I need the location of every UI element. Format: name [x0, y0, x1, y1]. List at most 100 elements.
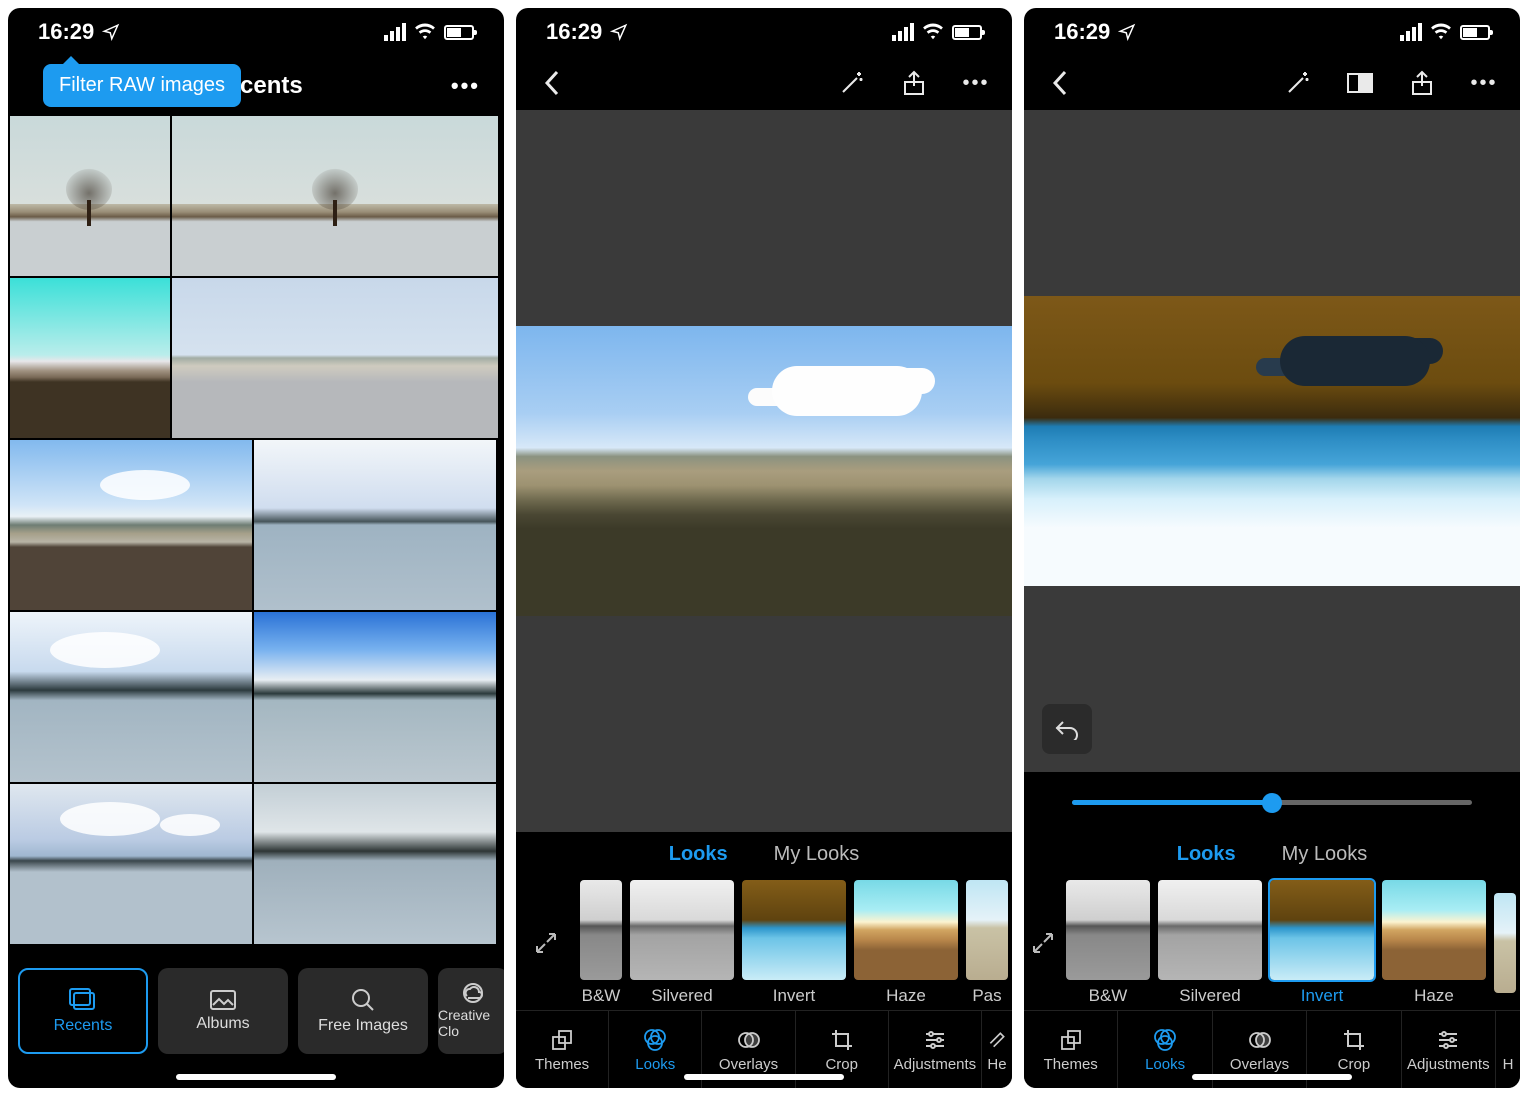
photo-thumb[interactable]: [10, 116, 170, 276]
look-silvered[interactable]: Silvered: [1158, 880, 1262, 1006]
signal-icon: [384, 23, 406, 41]
themes-icon: [1059, 1026, 1083, 1054]
editor-topbar: •••: [1024, 56, 1520, 110]
wifi-icon: [922, 23, 944, 41]
search-icon: [350, 987, 376, 1013]
look-bw[interactable]: B&W: [1066, 880, 1150, 1006]
battery-icon: [952, 25, 982, 40]
tool-adjustments[interactable]: Adjustments: [1402, 1011, 1496, 1088]
editor-canvas[interactable]: [516, 110, 1012, 832]
screen-editor-invert: 16:29 ••• Looks My Looks B&W Silvered I: [1024, 8, 1520, 1088]
heal-icon: [987, 1026, 1007, 1054]
battery-icon: [1460, 25, 1490, 40]
looks-tabs: Looks My Looks: [1024, 832, 1520, 876]
back-icon[interactable]: [534, 65, 570, 101]
photo-preview[interactable]: [1024, 296, 1520, 586]
photo-thumb[interactable]: [172, 278, 498, 438]
library-bottom-nav: Recents Albums Free Images Creative Clo: [8, 958, 504, 1088]
nav-free-images[interactable]: Free Images: [298, 968, 428, 1054]
share-icon[interactable]: [896, 65, 932, 101]
back-icon[interactable]: [1042, 65, 1078, 101]
wifi-icon: [414, 23, 436, 41]
sliders-icon: [1436, 1026, 1460, 1054]
expand-icon[interactable]: [1028, 917, 1058, 969]
overlays-icon: [737, 1026, 761, 1054]
tool-themes[interactable]: Themes: [1024, 1011, 1118, 1088]
look-bw[interactable]: B&W: [580, 880, 622, 1006]
photo-thumb[interactable]: [254, 440, 496, 610]
photo-thumb[interactable]: [254, 784, 496, 944]
tool-heal[interactable]: He: [982, 1011, 1012, 1088]
photo-thumb[interactable]: [254, 612, 496, 782]
look-pastel[interactable]: Pas: [966, 880, 1008, 1006]
editor-topbar: •••: [516, 56, 1012, 110]
more-icon[interactable]: •••: [451, 73, 480, 99]
nav-label: Recents: [54, 1017, 113, 1035]
nav-creative-cloud[interactable]: Creative Clo: [438, 968, 504, 1054]
tool-adjustments[interactable]: Adjustments: [889, 1011, 982, 1088]
compare-icon[interactable]: [1342, 65, 1378, 101]
nav-label: Free Images: [318, 1017, 408, 1035]
clock: 16:29: [38, 19, 94, 45]
nav-albums[interactable]: Albums: [158, 968, 288, 1054]
looks-strip[interactable]: B&W Silvered Invert Haze Pas: [516, 876, 1012, 1010]
photo-grid: [8, 116, 504, 958]
look-invert[interactable]: Invert: [1270, 880, 1374, 1006]
undo-button[interactable]: [1042, 704, 1092, 754]
more-icon[interactable]: •••: [1466, 65, 1502, 101]
signal-icon: [1400, 23, 1422, 41]
overlays-icon: [1248, 1026, 1272, 1054]
location-icon: [610, 23, 628, 41]
photos-icon: [68, 987, 98, 1013]
looks-tabs: Looks My Looks: [516, 832, 1012, 876]
expand-icon[interactable]: [520, 917, 572, 969]
photo-thumb[interactable]: [172, 116, 498, 276]
screen-library: 16:29 Recents ••• Filter RAW images: [8, 8, 504, 1088]
nav-label: Creative Clo: [438, 1007, 504, 1039]
look-silvered[interactable]: Silvered: [630, 880, 734, 1006]
location-icon: [1118, 23, 1136, 41]
more-icon[interactable]: •••: [958, 65, 994, 101]
editor-canvas[interactable]: [1024, 110, 1520, 772]
clock: 16:29: [1054, 19, 1110, 45]
look-pastel[interactable]: [1494, 893, 1516, 993]
signal-icon: [892, 23, 914, 41]
magic-wand-icon[interactable]: [1280, 65, 1316, 101]
clock: 16:29: [546, 19, 602, 45]
share-icon[interactable]: [1404, 65, 1440, 101]
photo-preview[interactable]: [516, 326, 1012, 616]
crop-icon: [830, 1026, 854, 1054]
look-haze[interactable]: Haze: [1382, 880, 1486, 1006]
themes-icon: [550, 1026, 574, 1054]
intensity-slider-row: [1024, 772, 1520, 832]
tool-heal[interactable]: H: [1496, 1011, 1520, 1088]
screen-editor-normal: 16:29 ••• Looks My Looks B&W Silvered In…: [516, 8, 1012, 1088]
nav-recents[interactable]: Recents: [18, 968, 148, 1054]
intensity-slider[interactable]: [1072, 800, 1472, 805]
tab-my-looks[interactable]: My Looks: [774, 843, 860, 866]
tab-looks[interactable]: Looks: [669, 843, 728, 866]
status-bar: 16:29: [516, 8, 1012, 56]
sliders-icon: [923, 1026, 947, 1054]
photo-thumb[interactable]: [10, 440, 252, 610]
cloud-icon: [459, 983, 487, 1003]
photo-thumb[interactable]: [10, 612, 252, 782]
magic-wand-icon[interactable]: [834, 65, 870, 101]
looks-icon: [1152, 1026, 1178, 1054]
photo-thumb[interactable]: [10, 784, 252, 944]
tab-my-looks[interactable]: My Looks: [1282, 843, 1368, 866]
look-invert[interactable]: Invert: [742, 880, 846, 1006]
look-haze[interactable]: Haze: [854, 880, 958, 1006]
looks-strip[interactable]: B&W Silvered Invert Haze: [1024, 876, 1520, 1010]
home-indicator[interactable]: [684, 1074, 844, 1080]
looks-icon: [642, 1026, 668, 1054]
tool-themes[interactable]: Themes: [516, 1011, 609, 1088]
status-bar: 16:29: [8, 8, 504, 56]
photo-thumb[interactable]: [10, 278, 170, 438]
location-icon: [102, 23, 120, 41]
filter-raw-tooltip[interactable]: Filter RAW images: [43, 64, 241, 107]
home-indicator[interactable]: [176, 1074, 336, 1080]
home-indicator[interactable]: [1192, 1074, 1352, 1080]
tab-looks[interactable]: Looks: [1177, 843, 1236, 866]
crop-icon: [1342, 1026, 1366, 1054]
